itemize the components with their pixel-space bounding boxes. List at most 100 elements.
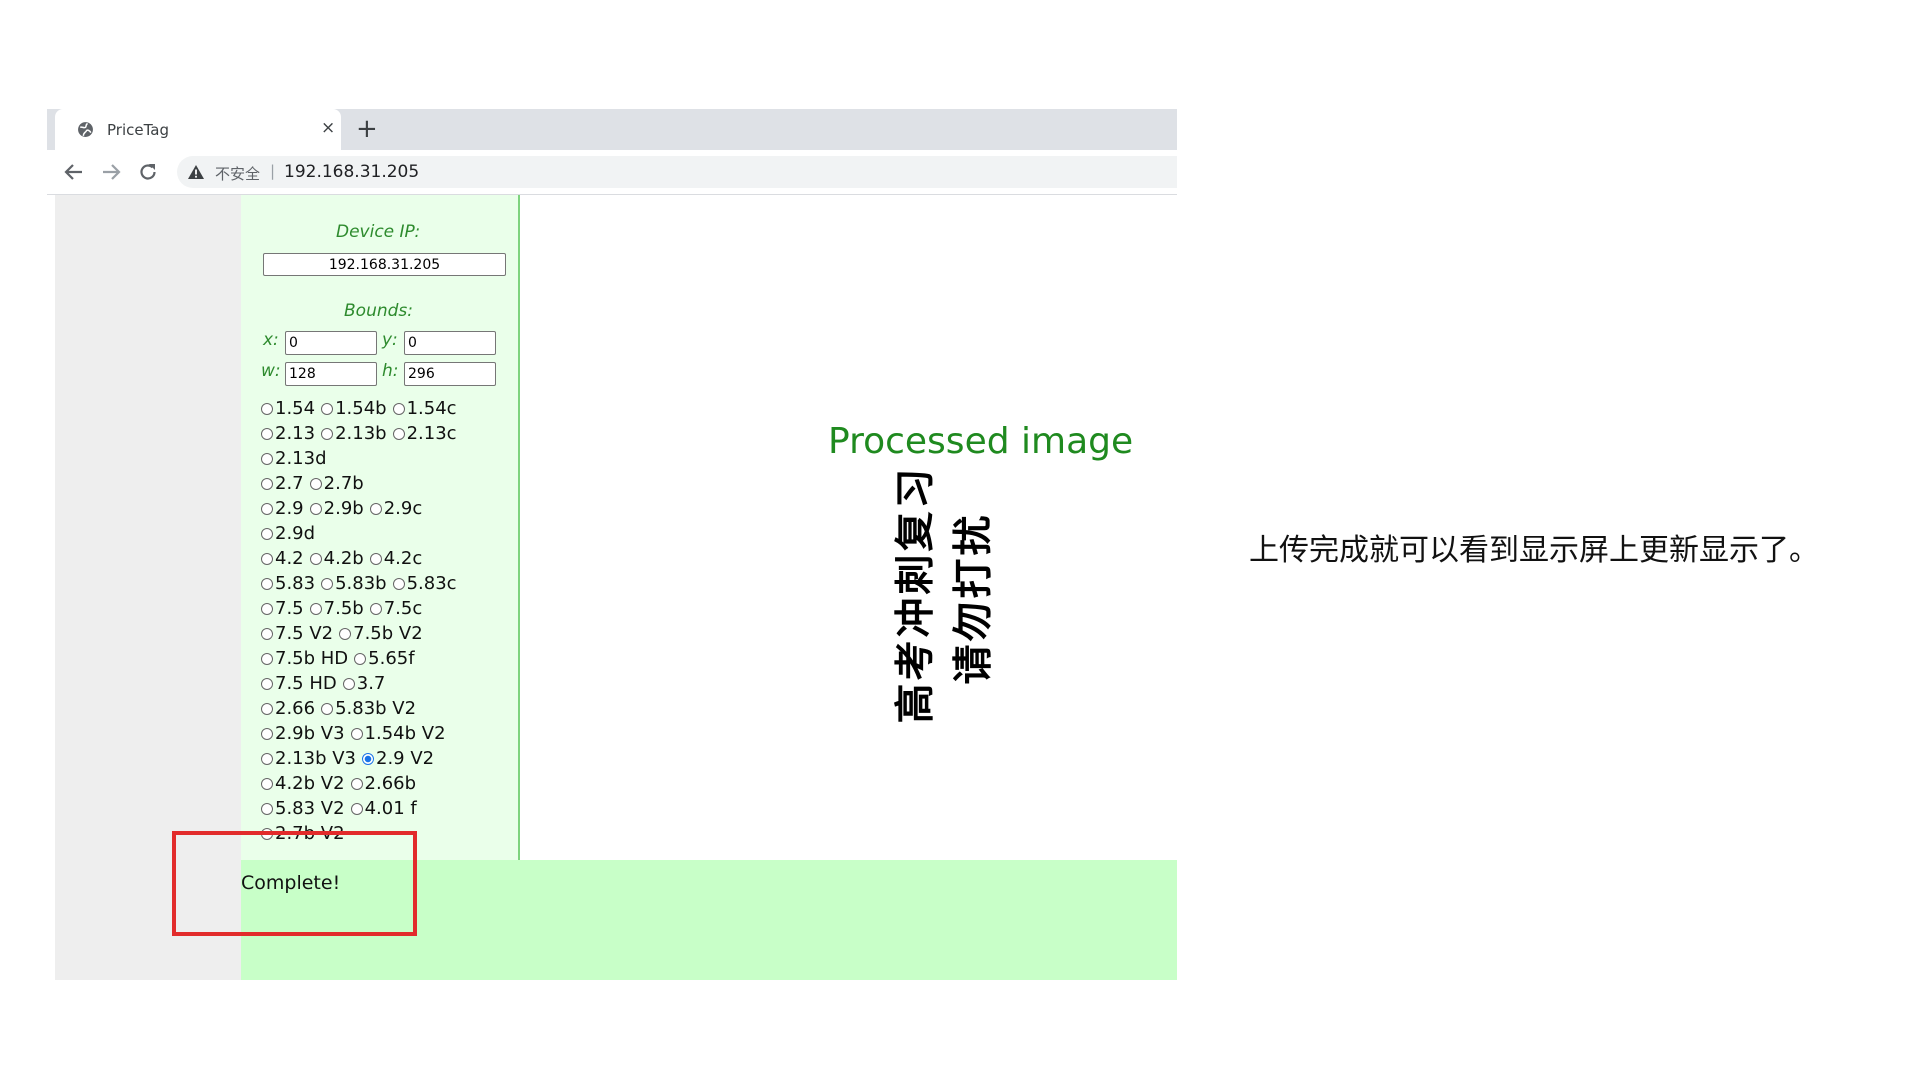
display-option-radio[interactable]: 2.13b V3 <box>261 746 356 771</box>
radio-circle[interactable] <box>261 678 273 690</box>
url-text[interactable]: 192.168.31.205 <box>284 162 419 182</box>
h-label: h: <box>382 361 399 381</box>
display-option-radio[interactable]: 2.9 V2 <box>362 746 434 771</box>
radio-circle[interactable] <box>261 403 273 415</box>
radio-circle[interactable] <box>261 428 273 440</box>
w-input[interactable]: 128 <box>285 362 377 386</box>
radio-circle[interactable] <box>261 728 273 740</box>
display-option-radio[interactable]: 5.83c <box>392 571 457 596</box>
display-option-radio[interactable]: 2.9 <box>261 496 304 521</box>
radio-circle[interactable] <box>369 503 382 515</box>
radio-circle[interactable] <box>261 778 273 790</box>
display-option-radio[interactable]: 2.66 <box>261 696 315 721</box>
display-option-radio[interactable]: 2.13c <box>392 421 457 446</box>
display-option-radio[interactable]: 5.83 <box>261 571 315 596</box>
display-option-radio[interactable]: 2.7b <box>309 471 364 496</box>
display-option-radio[interactable]: 7.5b HD <box>261 646 348 671</box>
radio-circle[interactable] <box>309 503 322 515</box>
processed-glyph: 打 <box>950 558 997 599</box>
radio-circle[interactable] <box>309 603 322 615</box>
radio-circle[interactable] <box>392 578 405 590</box>
radio-circle[interactable] <box>369 603 382 615</box>
tab-pricetag[interactable]: PriceTag × <box>55 109 341 150</box>
display-option-radio[interactable]: 2.13 <box>261 421 315 446</box>
radio-circle[interactable] <box>392 428 405 440</box>
radio-circle[interactable] <box>342 678 355 690</box>
display-option-radio[interactable]: 7.5 V2 <box>261 621 333 646</box>
radio-circle[interactable] <box>261 803 273 815</box>
processed-glyph: 勿 <box>950 601 997 642</box>
radio-circle[interactable] <box>261 478 273 490</box>
display-option-radio[interactable]: 4.2 <box>261 546 304 571</box>
display-option-radio[interactable]: 2.7 <box>261 471 304 496</box>
radio-circle[interactable] <box>261 703 273 715</box>
display-option-radio[interactable]: 5.83b V2 <box>321 696 416 721</box>
display-option-radio[interactable]: 2.9b V3 <box>261 721 345 746</box>
display-option-radio[interactable]: 1.54b <box>321 396 387 421</box>
display-option-radio[interactable]: 5.83b <box>321 571 387 596</box>
h-input[interactable]: 296 <box>404 362 496 386</box>
radio-label: 4.2 <box>275 548 304 569</box>
warning-icon <box>188 165 204 179</box>
display-option-radio[interactable]: 5.65f <box>354 646 415 671</box>
radio-label: 2.13b V3 <box>275 748 356 769</box>
radio-circle[interactable] <box>321 403 334 415</box>
back-arrow-icon[interactable] <box>62 160 86 184</box>
radio-circle[interactable] <box>261 628 273 640</box>
display-option-radio[interactable]: 2.66b <box>350 771 416 796</box>
radio-circle[interactable] <box>362 753 374 765</box>
processed-glyph: 请 <box>950 644 997 685</box>
display-option-radio[interactable]: 4.2b <box>309 546 364 571</box>
display-option-radio[interactable]: 2.13b <box>321 421 387 446</box>
address-bar[interactable]: 不安全 | 192.168.31.205 <box>177 156 1177 188</box>
display-option-radio[interactable]: 4.01 f <box>350 796 417 821</box>
display-option-radio[interactable]: 7.5b <box>309 596 364 621</box>
display-option-radio[interactable]: 7.5 <box>261 596 304 621</box>
display-option-radio[interactable]: 7.5b V2 <box>339 621 423 646</box>
display-option-radio[interactable]: 2.13d <box>261 446 327 471</box>
radio-circle[interactable] <box>369 553 382 565</box>
radio-circle[interactable] <box>339 628 352 640</box>
radio-row: 7.5 HD 3.7 <box>261 671 511 696</box>
display-option-radio[interactable]: 1.54b V2 <box>350 721 446 746</box>
radio-circle[interactable] <box>350 803 363 815</box>
radio-circle[interactable] <box>261 503 273 515</box>
radio-circle[interactable] <box>309 553 322 565</box>
forward-arrow-icon[interactable] <box>99 160 123 184</box>
radio-circle[interactable] <box>309 478 322 490</box>
radio-row: 2.9d <box>261 521 511 546</box>
radio-label: 2.9c <box>383 498 423 519</box>
radio-circle[interactable] <box>321 428 334 440</box>
display-option-radio[interactable]: 4.2c <box>369 546 422 571</box>
reload-icon[interactable] <box>136 160 160 184</box>
radio-circle[interactable] <box>350 778 363 790</box>
processed-glyph: 高 <box>892 683 939 724</box>
plus-icon[interactable]: + <box>356 114 378 144</box>
radio-circle[interactable] <box>261 603 273 615</box>
display-option-radio[interactable]: 5.83 V2 <box>261 796 345 821</box>
display-option-radio[interactable]: 7.5 HD <box>261 671 337 696</box>
radio-circle[interactable] <box>392 403 405 415</box>
display-option-radio[interactable]: 2.9d <box>261 521 315 546</box>
radio-circle[interactable] <box>261 453 273 465</box>
display-option-radio[interactable]: 7.5c <box>369 596 422 621</box>
display-option-radio[interactable]: 1.54 <box>261 396 315 421</box>
radio-circle[interactable] <box>261 528 273 540</box>
display-option-radio[interactable]: 2.9b <box>309 496 364 521</box>
display-option-radio[interactable]: 3.7 <box>342 671 385 696</box>
radio-circle[interactable] <box>261 553 273 565</box>
radio-circle[interactable] <box>350 728 363 740</box>
display-option-radio[interactable]: 1.54c <box>392 396 457 421</box>
x-input[interactable]: 0 <box>285 331 377 355</box>
y-input[interactable]: 0 <box>404 331 496 355</box>
close-icon[interactable]: × <box>321 118 335 138</box>
device-ip-input[interactable]: 192.168.31.205 <box>263 253 506 276</box>
radio-circle[interactable] <box>321 703 334 715</box>
display-option-radio[interactable]: 2.9c <box>369 496 423 521</box>
radio-circle[interactable] <box>261 653 273 665</box>
radio-circle[interactable] <box>261 578 273 590</box>
radio-circle[interactable] <box>261 753 273 765</box>
radio-circle[interactable] <box>321 578 334 590</box>
radio-circle[interactable] <box>354 653 367 665</box>
display-option-radio[interactable]: 4.2b V2 <box>261 771 345 796</box>
